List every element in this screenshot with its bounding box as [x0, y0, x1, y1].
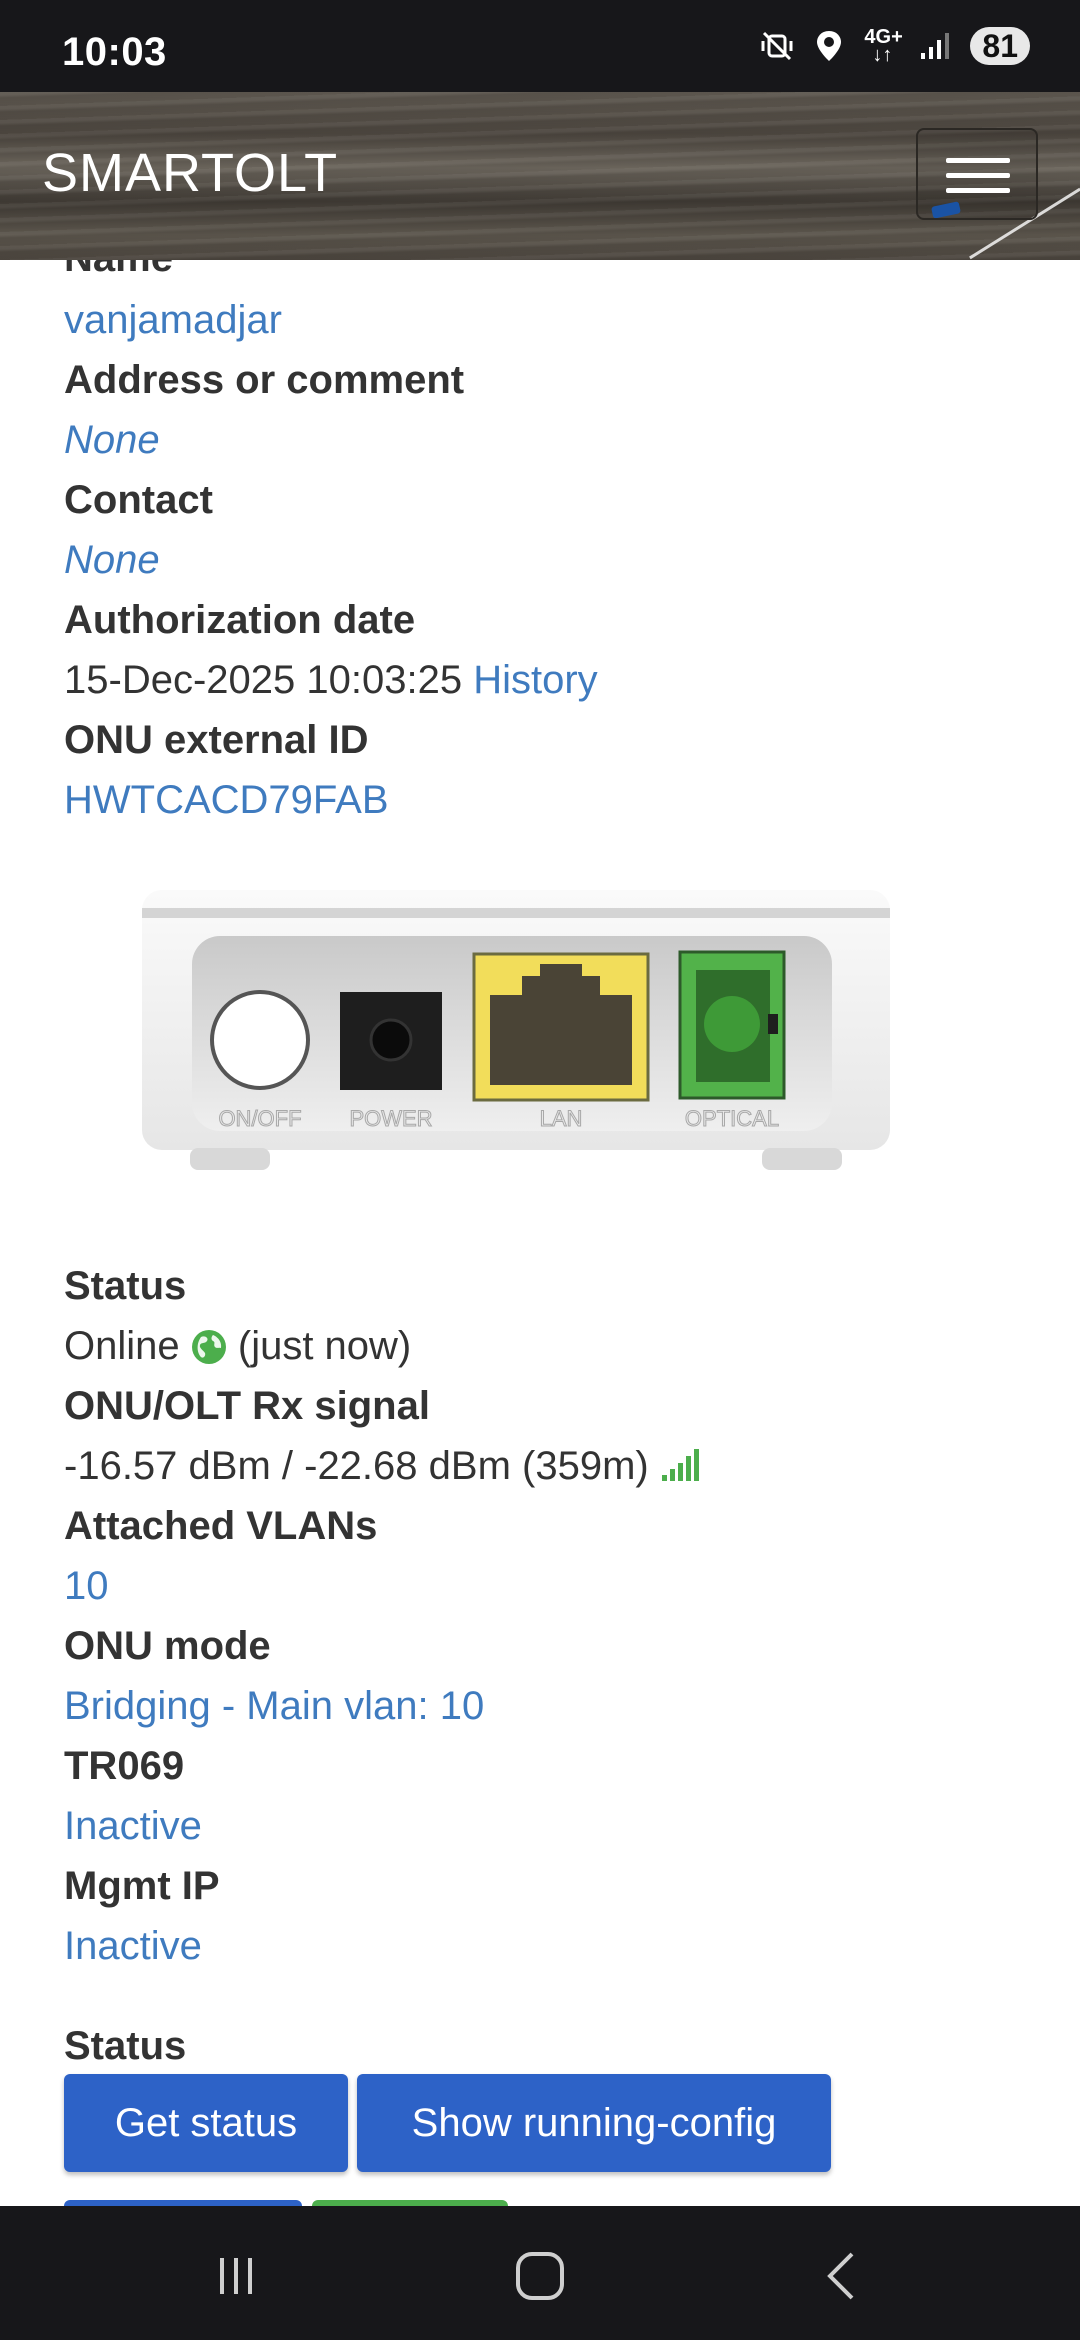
mute-vibrate-icon: [760, 29, 794, 63]
status-time: (just now): [237, 1324, 412, 1368]
location-icon: [812, 29, 846, 63]
back-icon[interactable]: [810, 2244, 874, 2308]
signal-label: ONU/OLT Rx signal: [64, 1384, 430, 1428]
tr069-value[interactable]: Inactive: [64, 1804, 202, 1849]
actions-section-label: Status: [64, 2024, 187, 2068]
app-navbar: SMARTOLT: [0, 92, 1080, 260]
get-status-button[interactable]: Get status: [64, 2074, 348, 2172]
mgmt-ip-value[interactable]: Inactive: [64, 1924, 202, 1969]
vlans-value[interactable]: 10: [64, 1564, 109, 1609]
globe-icon: [191, 1330, 226, 1364]
onu-mode-label: ONU mode: [64, 1624, 271, 1668]
address-value[interactable]: None: [64, 418, 160, 463]
tr069-label: TR069: [64, 1744, 185, 1788]
external-id-label: ONU external ID: [64, 718, 369, 762]
onu-mode-value[interactable]: Bridging - Main vlan: 10: [64, 1684, 484, 1729]
show-running-config-button[interactable]: Show running-config: [357, 2074, 831, 2172]
system-navigation-bar: [0, 2206, 1080, 2340]
status-bar: 10:03 4G+ ↓↑ 81: [0, 0, 1080, 92]
port-label-power: POWER: [349, 1106, 432, 1131]
status-label: Status: [64, 1264, 187, 1308]
contact-value[interactable]: None: [64, 538, 160, 583]
status-row: Online (just now): [64, 1324, 411, 1369]
name-value[interactable]: vanjamadjar: [64, 298, 282, 343]
status-time: 10:03: [62, 30, 167, 74]
onu-device-image: ON/OFF POWER LAN OPTICAL: [142, 890, 890, 1170]
signal-strength-icon: [661, 1449, 699, 1481]
signal-value: -16.57 dBm / -22.68 dBm (359m): [64, 1444, 649, 1488]
battery-indicator: 81: [970, 27, 1030, 65]
contact-label: Contact: [64, 478, 213, 522]
vlans-label: Attached VLANs: [64, 1504, 378, 1548]
home-icon[interactable]: [508, 2244, 572, 2308]
network-4g-icon: 4G+ ↓↑: [864, 26, 903, 66]
external-id-value[interactable]: HWTCACD79FAB: [64, 778, 389, 823]
history-link[interactable]: History: [473, 658, 597, 702]
hamburger-icon[interactable]: [916, 128, 1038, 220]
status-value: Online: [64, 1324, 180, 1368]
authorization-date-row: 15-Dec-2025 10:03:25 History: [64, 658, 598, 703]
signal-row: -16.57 dBm / -22.68 dBm (359m): [64, 1444, 704, 1489]
onu-details: Name vanjamadjar Address or comment None…: [0, 260, 1080, 2206]
mgmt-ip-label: Mgmt IP: [64, 1864, 220, 1908]
authorization-date-value: 15-Dec-2025 10:03:25: [64, 658, 463, 702]
port-label-lan: LAN: [540, 1106, 583, 1131]
status-icons: 4G+ ↓↑ 81: [760, 26, 1030, 66]
signal-icon: [918, 29, 952, 63]
port-label-optical: OPTICAL: [685, 1106, 779, 1131]
address-label: Address or comment: [64, 358, 465, 402]
name-label: Name: [64, 260, 173, 281]
authorization-date-label: Authorization date: [64, 598, 416, 642]
brand-logo[interactable]: SMARTOLT: [42, 142, 338, 204]
port-label-onoff: ON/OFF: [218, 1106, 301, 1131]
recent-apps-icon[interactable]: [204, 2244, 268, 2308]
